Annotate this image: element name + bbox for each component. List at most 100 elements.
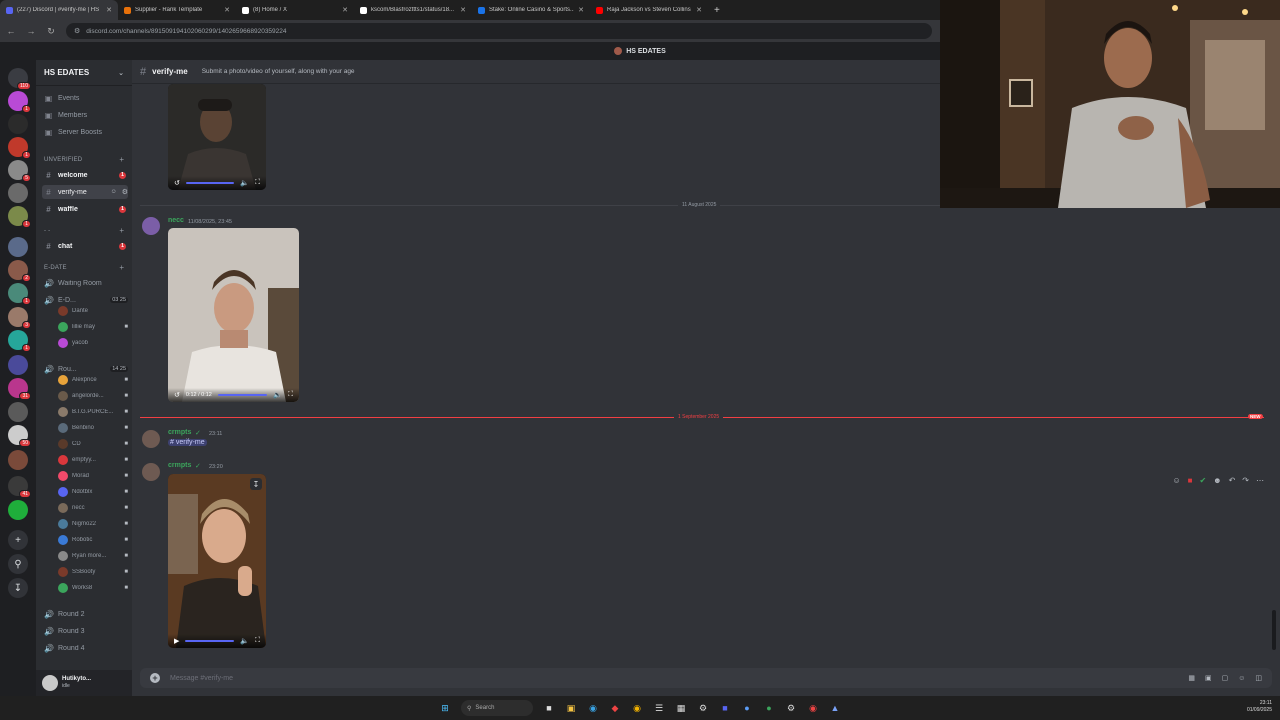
download-icon[interactable]: ↧ [250,478,262,490]
server-icon[interactable]: 50 [8,425,31,447]
browser-tab[interactable]: Raja Jackson vs Steven Collins ✕ [590,0,708,20]
chrome-icon[interactable]: ◉ [631,702,643,714]
app-icon[interactable]: ☰ [653,702,665,714]
voice-user[interactable]: yacob [58,336,128,350]
server-icon[interactable] [8,114,28,134]
play-icon[interactable]: ▶ [174,637,179,645]
download-apps-icon[interactable]: ↧ [8,578,28,598]
channel-verify-me[interactable]: # verify-me ☺ ⚙ [42,185,128,199]
channel-mention[interactable]: # verify-me [168,439,207,446]
server-icon[interactable] [8,355,28,375]
add-channel-icon[interactable]: + [119,226,124,235]
voice-user[interactable]: Dante [58,304,128,318]
fullscreen-icon[interactable]: ⛶ [288,391,293,399]
sidebar-item-members[interactable]: ▣ Members [42,108,128,122]
windows-start-icon[interactable]: ⊞ [439,702,451,714]
server-icon[interactable] [8,183,28,203]
volume-icon[interactable]: 🔈 [273,391,282,399]
task-view-icon[interactable]: ■ [543,702,555,714]
app-icon[interactable]: ● [741,702,753,714]
category-unverified[interactable]: UNVERIFIED [44,157,82,163]
edge-icon[interactable]: ◉ [587,702,599,714]
voice-user[interactable]: Benbino ■ [58,421,128,435]
checkmark-reaction-icon[interactable]: ✔ [1199,476,1206,485]
voice-user[interactable]: Ryan more... ■ [58,549,128,563]
video-attachment[interactable]: ↺ 0:12 / 0:12 🔈 ⛶ [168,228,299,402]
fullscreen-icon[interactable]: ⛶ [255,179,260,187]
replay-icon[interactable]: ↺ [174,391,180,399]
fullscreen-icon[interactable]: ⛶ [255,637,260,645]
new-tab-button[interactable]: + [714,5,720,16]
steam-icon[interactable]: ⚙ [697,702,709,714]
message-author[interactable]: crmpts [168,429,191,436]
forward-icon[interactable]: ↷ [1242,476,1249,485]
channel-waffle[interactable]: # waffle 1 [42,202,128,216]
voice-user[interactable]: Nigmo22 ■ [58,517,128,531]
app-icon[interactable]: ▲ [829,702,841,714]
server-icon[interactable]: 1 [8,206,31,228]
avatar[interactable] [142,217,160,235]
scrollbar[interactable] [1272,610,1276,650]
add-channel-icon[interactable]: + [119,263,124,272]
server-icon[interactable]: 110 [8,68,31,90]
browser-tab[interactable]: Stake: Online Casino & Sports... ✕ [472,0,590,20]
server-icon[interactable]: 1 [8,330,31,352]
browser-tab[interactable]: kscom/Blasfrozttts1/status/18... ✕ [354,0,472,20]
volume-icon[interactable]: 🔈 [240,179,249,187]
server-icon[interactable] [8,450,28,470]
message-composer[interactable]: + Message #verify-me ▦ ▣ ▢ ☺ ◫ [140,668,1272,688]
add-server-icon[interactable]: + [8,530,28,550]
sidebar-item-events[interactable]: ▣ Events [42,91,128,105]
app-icon[interactable]: ◉ [807,702,819,714]
reaction-icon[interactable]: ☺ [1172,476,1180,485]
invite-icon[interactable]: ☺ [111,189,117,195]
reply-icon[interactable]: ↶ [1229,476,1236,485]
add-channel-icon[interactable]: + [119,155,124,164]
voice-user[interactable]: Ndotblx ■ [58,485,128,499]
category-e-date[interactable]: E-Date [44,265,67,271]
gear-icon[interactable]: ⚙ [122,188,128,196]
app-icon[interactable]: ⚙ [785,702,797,714]
reload-icon[interactable]: ↻ [46,26,56,37]
voice-user[interactable]: lillie may ■ [58,320,128,334]
app-icon[interactable]: ◆ [609,702,621,714]
add-attachment-icon[interactable]: + [150,673,160,683]
back-icon[interactable]: ← [6,26,16,36]
chevron-down-icon[interactable]: ⌄ [118,69,124,77]
voice-channel-round-2[interactable]: 🔊 Round 2 [42,607,128,621]
add-reaction-icon[interactable]: ☻ [1213,476,1221,485]
server-icon[interactable]: 31 [8,378,31,400]
voice-channel-waiting-room[interactable]: 🔊 Waiting Room [42,276,128,290]
url-field[interactable]: ⚙ discord.com/channels/89150919410206029… [66,23,932,39]
video-attachment[interactable]: ↺ 🔈 ⛶ [168,84,266,190]
close-tab-icon[interactable]: ✕ [578,6,584,14]
message-input[interactable]: Message #verify-me [170,675,1178,682]
gif-icon[interactable]: ▣ [1205,674,1212,682]
voice-channel-round-4[interactable]: 🔊 Round 4 [42,641,128,655]
server-icon[interactable]: 5 [8,160,31,182]
video-progress-bar[interactable] [185,640,235,642]
voice-channel-round-3[interactable]: 🔊 Round 3 [42,624,128,638]
voice-user[interactable]: CD ■ [58,437,128,451]
site-info-icon[interactable]: ⚙ [74,27,80,35]
close-tab-icon[interactable]: ✕ [224,6,230,14]
server-icon[interactable]: 41 [8,476,31,498]
voice-user[interactable]: Works8 ■ [58,581,128,595]
gift-icon[interactable]: ▦ [1188,674,1195,682]
channel-chat[interactable]: # chat 1 [42,239,128,253]
forward-icon[interactable]: → [26,26,36,36]
voice-user[interactable]: Robotic ■ [58,533,128,547]
voice-user[interactable]: Alexprice ■ [58,373,128,387]
server-header[interactable]: HS EDATES ⌄ [36,60,132,86]
file-explorer-icon[interactable]: ▣ [565,702,577,714]
voice-user[interactable]: emptyy... ■ [58,453,128,467]
server-icon[interactable] [8,402,28,422]
replay-icon[interactable]: ↺ [174,179,180,187]
avatar[interactable] [142,430,160,448]
volume-icon[interactable]: 🔈 [240,637,249,645]
app-icon[interactable]: ▦ [675,702,687,714]
server-icon[interactable]: 1 [8,283,31,305]
browser-tab[interactable]: (227) Discord | #verify-me | HS ✕ [0,0,118,20]
app-icon[interactable]: ● [763,702,775,714]
close-tab-icon[interactable]: ✕ [342,6,348,14]
